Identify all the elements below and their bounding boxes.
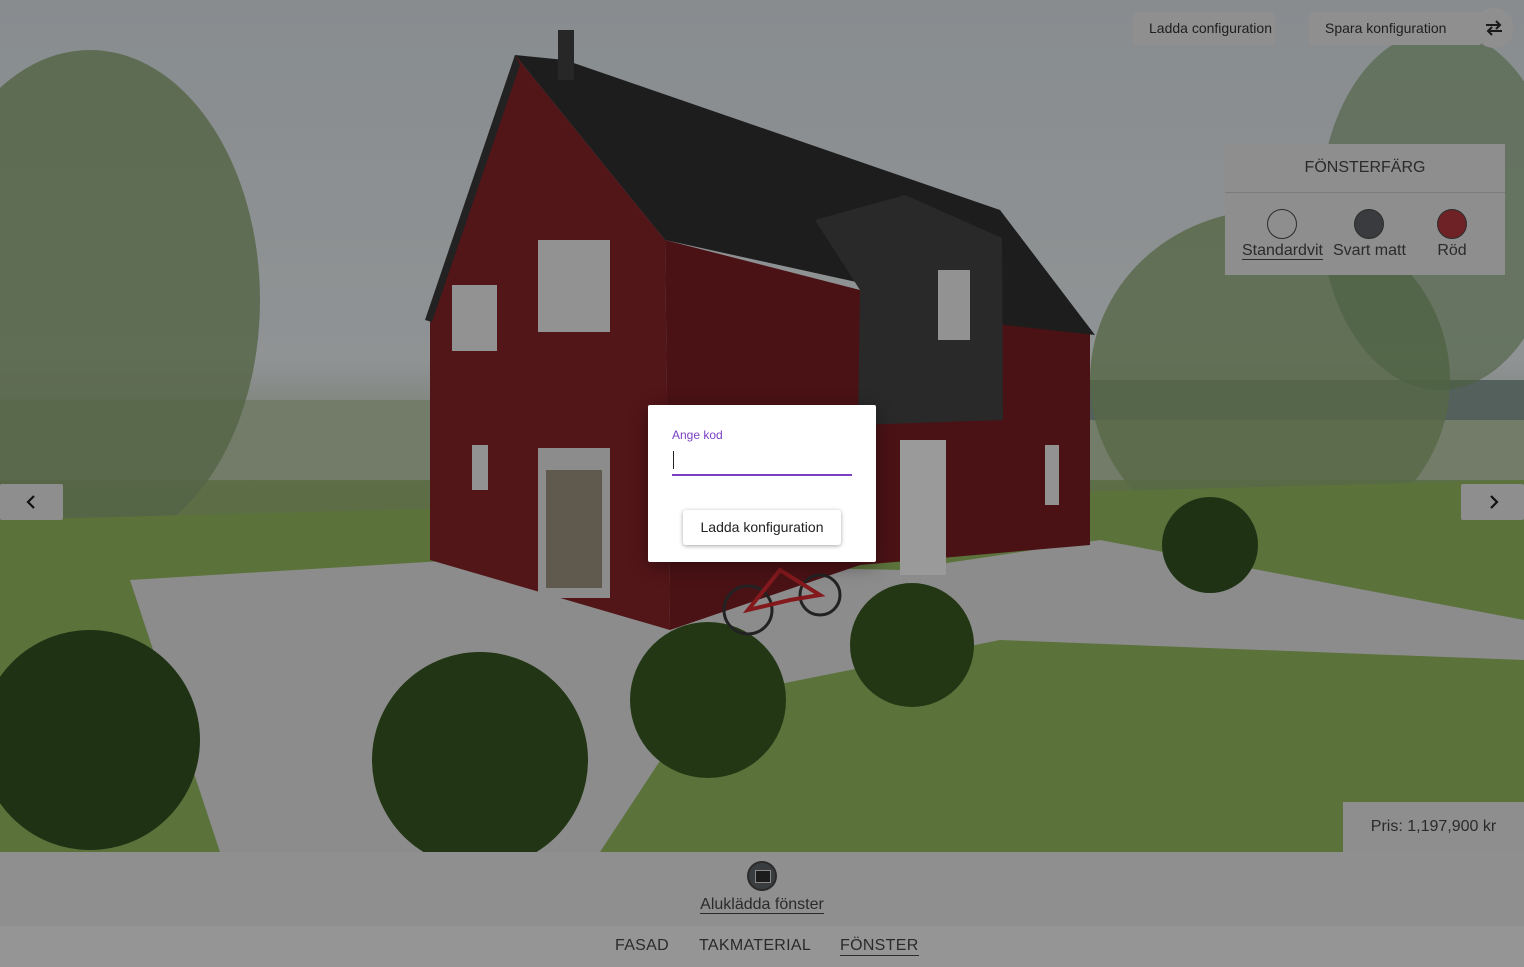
swatch-label: Standardvit <box>1242 242 1323 260</box>
chevron-left-icon <box>25 495 35 509</box>
window-color-panel: FÖNSTERFÄRG Standardvit Svart matt Röd <box>1225 144 1505 275</box>
next-view-button[interactable] <box>1461 484 1524 520</box>
option-alukladda-fonster[interactable]: Aluklädda fönster <box>699 861 825 914</box>
tab-takmaterial[interactable]: TAKMATERIAL <box>699 937 811 955</box>
load-configuration-dialog-button[interactable]: Ladda konfiguration <box>683 510 841 545</box>
code-field-label: Ange kod <box>672 428 723 442</box>
save-configuration-button[interactable]: Spara konfiguration <box>1309 12 1481 45</box>
panel-title: FÖNSTERFÄRG <box>1225 144 1505 193</box>
swatch-rod[interactable]: Röd <box>1437 209 1467 260</box>
chevron-right-icon <box>1489 495 1499 509</box>
code-input[interactable] <box>672 448 852 476</box>
swatch-svart-matt[interactable]: Svart matt <box>1333 209 1406 260</box>
category-tab-bar: FASAD TAKMATERIAL FÖNSTER <box>0 926 1524 967</box>
load-configuration-button[interactable]: Ladda configuration <box>1133 12 1275 45</box>
color-dot <box>1354 209 1385 239</box>
previous-view-button[interactable] <box>0 484 63 520</box>
swap-arrows-icon <box>1486 20 1502 36</box>
window-thumbnail-icon <box>747 861 777 891</box>
swatch-standardvit[interactable]: Standardvit <box>1242 209 1323 260</box>
tab-fasad[interactable]: FASAD <box>615 937 669 955</box>
swap-view-button[interactable] <box>1474 8 1514 48</box>
option-label: Aluklädda fönster <box>700 896 824 914</box>
option-bar: Aluklädda fönster <box>0 852 1524 926</box>
load-code-dialog: Ange kod Ladda konfiguration <box>648 405 876 562</box>
color-dot <box>1437 209 1467 239</box>
swatch-label: Svart matt <box>1333 242 1406 259</box>
price-display: Pris: 1,197,900 kr <box>1343 802 1524 852</box>
color-dot <box>1267 209 1298 239</box>
text-caret <box>673 451 674 469</box>
tab-fonster[interactable]: FÖNSTER <box>840 937 919 956</box>
swatch-label: Röd <box>1437 242 1467 259</box>
